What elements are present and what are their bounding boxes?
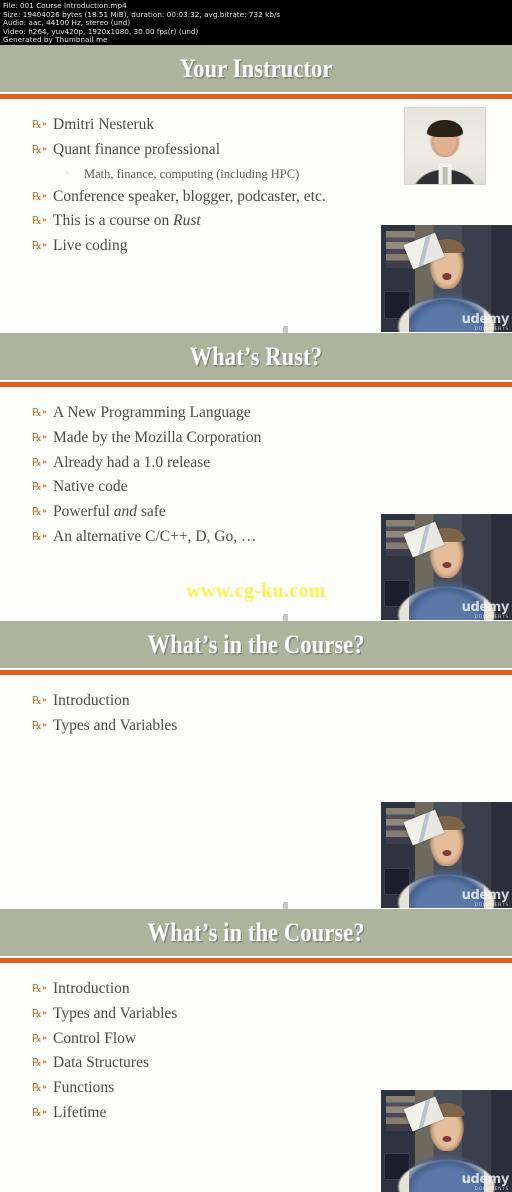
- udemy-watermark: udemy DOCUMENTS: [461, 312, 510, 331]
- list-item-label: Control Flow: [53, 1029, 137, 1047]
- list-item-label: Data Structures: [53, 1054, 149, 1072]
- list-item: ℞⁍ Introduction: [32, 689, 512, 714]
- bullet-list: ℞⁍ Introduction ℞⁍ Types and Variables: [0, 689, 512, 739]
- fleuron-bullet-icon: ℞⁍: [32, 406, 48, 419]
- fleuron-bullet-icon: ℞⁍: [32, 118, 48, 131]
- slide-title-band: What’s in the Course?: [0, 909, 512, 956]
- fleuron-bullet-icon: ℞⁍: [32, 529, 48, 543]
- fleuron-bullet-icon: ℞⁍: [32, 1056, 48, 1070]
- udemy-watermark-sublabel: DOCUMENTS: [474, 1186, 509, 1191]
- fleuron-bullet-icon: ℞⁍: [32, 455, 48, 469]
- list-item: ℞⁍ A New Programming Language: [32, 401, 512, 426]
- fleuron-bullet-icon: ℞⁍: [32, 1105, 48, 1119]
- list-item-label: Native code: [53, 478, 128, 496]
- list-item-label: Already had a 1.0 release: [53, 453, 211, 471]
- metadata-line-generator: Generated by Thumbnail me: [3, 35, 108, 45]
- list-item-emphasis: and: [113, 503, 137, 521]
- list-item-label: Powerful: [53, 503, 114, 521]
- list-item-label: Types and Variables: [53, 1004, 178, 1022]
- udemy-watermark-sublabel: DOCUMENTS: [474, 614, 509, 619]
- list-item-label: This is a course on: [53, 212, 174, 230]
- fleuron-bullet-icon: ℞⁍: [32, 214, 48, 228]
- list-item: ℞⁍ Native code: [32, 475, 512, 500]
- headshot-hair: [427, 120, 463, 137]
- fleuron-bullet-icon: ℞⁍: [32, 718, 48, 732]
- slide-body: ℞⁍ Introduction ℞⁍ Types and Variables: [0, 675, 512, 739]
- slide-title-band: What’s in the Course?: [0, 621, 512, 668]
- presenter-webcam-overlay[interactable]: udemy DOCUMENTS: [381, 225, 512, 332]
- list-item-label: Live coding: [53, 237, 128, 255]
- slide-title-band: What’s Rust?: [0, 333, 512, 380]
- fleuron-bullet-icon: ℞⁍: [32, 982, 48, 995]
- list-item-label: Introduction: [53, 980, 130, 997]
- video-metadata-strip: File: 001 Course Introduction.mp4 Size: …: [0, 0, 512, 45]
- list-item: ℞⁍ Conference speaker, blogger, podcaster…: [32, 185, 512, 210]
- udemy-watermark: udemy DOCUMENTS: [461, 888, 510, 907]
- site-watermark: www.cg-ku.com: [186, 580, 326, 602]
- list-item-label: Lifetime: [53, 1103, 107, 1121]
- page-title: What’s in the Course?: [147, 917, 365, 947]
- udemy-watermark-label: udemy: [461, 888, 510, 903]
- list-item-label: Math, finance, computing (including HPC): [84, 166, 300, 181]
- fleuron-bullet-icon: ℞⁍: [32, 189, 48, 203]
- fleuron-bullet-icon: ℞⁍: [32, 142, 48, 156]
- list-item-label-tail: safe: [136, 503, 166, 521]
- fleuron-bullet-icon: ℞⁍: [32, 239, 48, 253]
- page-title: Your Instructor: [179, 53, 333, 83]
- list-item-label: Introduction: [53, 692, 130, 709]
- list-item-label: An alternative C/C++, D, Go, …: [53, 527, 257, 545]
- fleuron-bullet-icon: ℞⁍: [32, 1006, 48, 1020]
- list-item: ℞⁍ Made by the Mozilla Corporation: [32, 426, 512, 451]
- list-item: ℞⁍ Data Structures: [32, 1051, 512, 1076]
- fleuron-bullet-icon: ℞⁍: [32, 694, 48, 707]
- udemy-watermark: udemy DOCUMENTS: [461, 1172, 510, 1191]
- udemy-watermark-sublabel: DOCUMENTS: [474, 326, 509, 331]
- list-item: ℞⁍ Types and Variables: [32, 714, 512, 739]
- list-item-label: Made by the Mozilla Corporation: [53, 428, 262, 446]
- list-item-label: Functions: [53, 1079, 115, 1097]
- udemy-watermark-label: udemy: [461, 1172, 510, 1187]
- fleuron-bullet-icon: ℞⁍: [32, 480, 48, 494]
- udemy-watermark-label: udemy: [461, 312, 510, 327]
- udemy-watermark-sublabel: DOCUMENTS: [474, 902, 509, 907]
- slide-whats-in-the-course-full: What’s in the Course? ℞⁍ Introduction ℞⁍ T…: [0, 909, 512, 1192]
- instructor-headshot: [404, 107, 486, 185]
- presenter-webcam-overlay[interactable]: udemy DOCUMENTS: [381, 514, 512, 620]
- udemy-watermark: udemy DOCUMENTS: [462, 601, 510, 619]
- list-item: ℞⁍ Types and Variables: [32, 1002, 512, 1027]
- headshot-tie: [442, 167, 448, 184]
- list-item-label: A New Programming Language: [53, 404, 251, 421]
- presenter-webcam-overlay[interactable]: udemy DOCUMENTS: [381, 1090, 512, 1192]
- list-item-emphasis: Rust: [173, 212, 201, 230]
- circle-bullet-icon: ◦: [65, 168, 71, 179]
- fleuron-bullet-icon: ℞⁍: [32, 1081, 48, 1095]
- page-title: What’s in the Course?: [147, 629, 365, 659]
- list-item-label: Dmitri Nesteruk: [53, 116, 155, 133]
- list-item-label: Types and Variables: [53, 716, 178, 734]
- slide-whats-in-the-course-partial: What’s in the Course? ℞⁍ Introduction ℞⁍ T…: [0, 621, 512, 908]
- fleuron-bullet-icon: ℞⁍: [32, 430, 48, 444]
- fleuron-bullet-icon: ℞⁍: [32, 1031, 48, 1045]
- page-title: What’s Rust?: [189, 341, 323, 371]
- list-item: ℞⁍ Control Flow: [32, 1027, 512, 1052]
- list-item: ℞⁍ Introduction: [32, 977, 512, 1002]
- fleuron-bullet-icon: ℞⁍: [32, 505, 48, 519]
- list-item-label: Quant finance professional: [53, 140, 220, 158]
- slide-your-instructor: Your Instructor ℞⁍ Dmitri Nesteruk ℞⁍ Quan…: [0, 45, 512, 332]
- slide-title-band: Your Instructor: [0, 45, 512, 92]
- presenter-webcam-overlay[interactable]: udemy DOCUMENTS: [381, 802, 512, 908]
- list-item: ℞⁍ Already had a 1.0 release: [32, 451, 512, 476]
- slide-whats-rust: What’s Rust? ℞⁍ A New Programming Languag…: [0, 333, 512, 620]
- list-item-label: Conference speaker, blogger, podcaster, …: [53, 187, 326, 205]
